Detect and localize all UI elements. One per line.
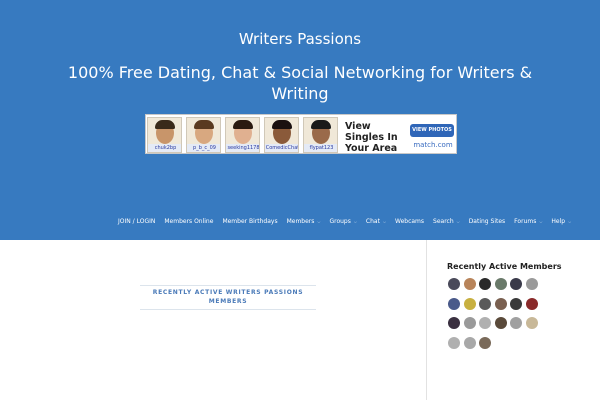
- nav-item-label: Forums: [514, 217, 537, 225]
- sidebar-divider: [426, 240, 427, 400]
- member-avatar[interactable]: [479, 297, 491, 310]
- member-avatar[interactable]: [448, 317, 460, 329]
- chevron-down-icon: ⌵: [317, 218, 321, 224]
- member-avatar[interactable]: [448, 278, 460, 290]
- nav-item-label: JOIN / LOGIN: [118, 217, 156, 225]
- ad-profile-username: seeking1178: [226, 144, 260, 152]
- match-logo: match.com: [413, 141, 453, 149]
- ad-profile-photo[interactable]: chuk2bp: [147, 117, 182, 153]
- main-title-box: Recently Active Writers Passions Members: [140, 285, 316, 310]
- nav-item[interactable]: Member Birthdays: [222, 218, 277, 225]
- sidebar-title: Recently Active Members: [447, 262, 562, 271]
- profile-hair: [311, 120, 331, 129]
- member-avatar[interactable]: [463, 336, 476, 349]
- nav-item[interactable]: Groups ⌵: [329, 218, 356, 225]
- ad-profile-username: flypat123: [304, 144, 337, 152]
- ad-banner[interactable]: chuk2bp p_b_c_09 seeking1178 ComedicChat fly…: [145, 114, 457, 154]
- nav-item[interactable]: Webcams: [395, 218, 424, 225]
- nav-item-label: Groups: [329, 217, 351, 225]
- member-avatar[interactable]: [463, 317, 476, 329]
- member-avatar[interactable]: [510, 317, 522, 329]
- chevron-down-icon: ⌵: [568, 218, 572, 224]
- chevron-down-icon: ⌵: [382, 218, 386, 224]
- member-avatar[interactable]: [479, 336, 491, 349]
- member-avatar[interactable]: [525, 297, 538, 310]
- ad-profile-username: p_b_c_09: [187, 144, 220, 152]
- member-avatar[interactable]: [525, 317, 538, 329]
- nav-item-label: Dating Sites: [468, 217, 506, 225]
- ad-profile-photo[interactable]: ComedicChat: [264, 117, 299, 153]
- member-avatar[interactable]: [479, 317, 491, 329]
- nav-item-label: Chat: [365, 217, 380, 225]
- site-title[interactable]: Writers Passions: [0, 30, 600, 48]
- nav-item-label: Members: [286, 217, 315, 225]
- ad-headline: View Singles In Your Area: [345, 121, 398, 154]
- profile-hair: [272, 120, 292, 129]
- nav-item[interactable]: Dating Sites: [469, 218, 505, 225]
- ad-profile-photo[interactable]: flypat123: [303, 117, 338, 153]
- member-avatar[interactable]: [494, 317, 507, 329]
- member-avatar[interactable]: [510, 297, 522, 310]
- nav-item[interactable]: JOIN / LOGIN: [118, 218, 155, 225]
- member-avatar[interactable]: [479, 278, 491, 290]
- chevron-down-icon: ⌵: [456, 218, 460, 224]
- page-title: Recently Active Writers Passions Members: [152, 289, 304, 305]
- nav-item[interactable]: Search ⌵: [433, 218, 460, 225]
- member-avatar[interactable]: [494, 278, 507, 290]
- nav-item-label: Members Online: [164, 217, 214, 225]
- chevron-down-icon: ⌵: [539, 218, 543, 224]
- member-avatar[interactable]: [463, 297, 476, 310]
- main-nav: JOIN / LOGIN Members Online Member Birthda…: [118, 215, 580, 227]
- profile-hair: [194, 120, 214, 129]
- ad-profile-photo[interactable]: p_b_c_09: [186, 117, 221, 153]
- member-avatar[interactable]: [494, 297, 507, 310]
- nav-item[interactable]: Help ⌵: [551, 218, 571, 225]
- nav-item[interactable]: Forums ⌵: [514, 218, 542, 225]
- ad-profile-photo[interactable]: seeking1178: [225, 117, 260, 153]
- member-avatar[interactable]: [448, 336, 460, 349]
- member-avatar[interactable]: [525, 278, 538, 290]
- ad-profile-username: chuk2bp: [148, 144, 181, 152]
- site-tagline: 100% Free Dating, Chat & Social Networki…: [67, 63, 533, 103]
- profile-hair: [233, 120, 253, 129]
- nav-item[interactable]: Members ⌵: [287, 218, 321, 225]
- profile-hair: [155, 120, 175, 129]
- nav-item-label: Member Birthdays: [222, 217, 278, 225]
- member-avatar[interactable]: [463, 278, 476, 290]
- site-header: Writers Passions 100% Free Dating, Chat …: [0, 0, 600, 240]
- nav-item-label: Help: [551, 217, 566, 225]
- nav-item-label: Search: [433, 217, 454, 225]
- member-avatar[interactable]: [510, 278, 522, 290]
- ad-profile-username: ComedicChat: [265, 144, 299, 152]
- nav-item-label: Webcams: [394, 217, 425, 225]
- chevron-down-icon: ⌵: [353, 218, 357, 224]
- nav-item[interactable]: Chat ⌵: [366, 218, 386, 225]
- ad-profile-thumbnails: chuk2bp p_b_c_09 seeking1178 ComedicChat fly…: [147, 117, 343, 153]
- nav-item[interactable]: Members Online: [164, 218, 213, 225]
- member-avatar[interactable]: [448, 297, 460, 310]
- view-photos-button[interactable]: VIEW PHOTOS: [410, 124, 454, 137]
